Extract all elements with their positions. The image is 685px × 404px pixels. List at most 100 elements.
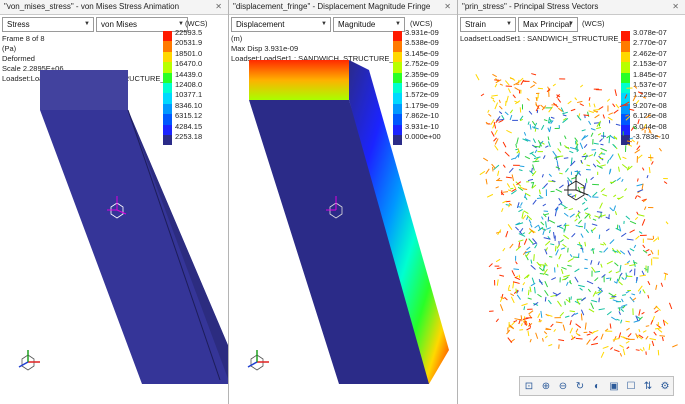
stress-vector (663, 320, 669, 325)
stress-vector (648, 343, 651, 351)
stress-vector (557, 98, 562, 103)
stress-vector (641, 127, 646, 131)
stress-vector (613, 293, 617, 297)
stress-vector (586, 333, 591, 336)
stress-vector (509, 114, 513, 121)
stress-vector (594, 114, 600, 119)
stress-vector (638, 231, 643, 234)
stress-vector (526, 327, 532, 331)
stress-vector (545, 221, 547, 228)
stress-animation-panel: "von_mises_stress" - von Mises Stress An… (0, 0, 229, 404)
stress-vector (569, 150, 574, 154)
stress-vector (614, 89, 617, 96)
model-viewport[interactable] (0, 0, 229, 404)
stress-vector (522, 188, 528, 190)
stress-vector (561, 266, 567, 270)
stress-vector (581, 297, 587, 302)
stress-vector (651, 340, 655, 347)
stress-vector (515, 261, 518, 265)
stress-vector (518, 274, 521, 279)
stress-vector (488, 263, 493, 268)
stress-vector (498, 111, 503, 115)
stress-vector (633, 319, 641, 323)
stress-vector (619, 344, 624, 348)
stress-vector (626, 238, 634, 241)
stress-vector (571, 233, 576, 238)
stress-vector (637, 285, 643, 292)
stress-vector (498, 99, 501, 103)
stress-vector (588, 102, 591, 107)
display-icon[interactable]: ⇅ (640, 378, 656, 394)
stress-vector (606, 277, 610, 280)
stress-vector (569, 320, 572, 326)
model-viewport[interactable] (458, 0, 685, 404)
zoom-fit-icon[interactable]: ⊡ (521, 378, 537, 394)
stress-vector (588, 97, 591, 101)
stress-vector (515, 275, 519, 278)
stress-vector (663, 181, 668, 185)
stress-vector (550, 116, 555, 119)
view-icon[interactable]: ▣ (606, 378, 622, 394)
stress-vector (523, 210, 529, 215)
stress-vector (619, 104, 626, 108)
stress-vector (593, 108, 600, 111)
stress-vector (592, 290, 597, 297)
stress-vector (550, 243, 555, 246)
stress-vector (617, 166, 620, 172)
stress-vector (497, 170, 500, 176)
stress-vector (511, 321, 516, 326)
stress-vector (528, 310, 534, 315)
stress-vector (597, 261, 600, 266)
stress-vector (479, 170, 486, 176)
stress-vector (504, 111, 509, 116)
stress-vector (630, 126, 634, 131)
settings-icon[interactable]: ⚙ (657, 378, 673, 394)
stress-vector (507, 337, 513, 344)
refit-icon[interactable]: ↻ (572, 378, 588, 394)
displacement-fringe-panel: "displacement_fringe" - Displacement Mag… (229, 0, 458, 404)
stress-vector (588, 110, 594, 114)
stress-vector (599, 251, 603, 253)
stress-vector (501, 207, 504, 213)
stress-vector (579, 287, 583, 291)
stress-vector (567, 100, 572, 105)
stress-vector (560, 107, 564, 113)
saved-views-icon[interactable]: ☐ (623, 378, 639, 394)
stress-vector (533, 254, 535, 261)
stress-vector (577, 100, 583, 104)
stress-vector (530, 259, 533, 264)
model-viewport[interactable] (229, 0, 458, 404)
stress-vector (502, 200, 507, 204)
stress-vector (575, 323, 582, 329)
stress-vector (535, 102, 538, 107)
stress-vector (584, 258, 588, 261)
stress-vector (633, 244, 637, 249)
spin-icon[interactable]: ◐ (589, 378, 605, 394)
stress-vector (506, 95, 509, 103)
stress-vector (620, 319, 623, 324)
stress-vector (494, 145, 499, 151)
stress-vector (614, 262, 619, 267)
stress-vector (661, 336, 664, 342)
stress-vector (532, 164, 535, 171)
stress-vector (586, 164, 591, 167)
beam-top-face (249, 60, 349, 100)
zoom-in-icon[interactable]: ⊕ (538, 378, 554, 394)
stress-vector (527, 178, 534, 182)
stress-vector (634, 216, 639, 221)
stress-vector (594, 270, 601, 273)
stress-vector (574, 268, 580, 273)
stress-vector (563, 157, 569, 159)
stress-vector (562, 243, 567, 248)
stress-vector (600, 187, 606, 193)
stress-vector (521, 288, 524, 292)
stress-vector (509, 243, 514, 249)
stress-vector (504, 151, 510, 157)
stress-vector (511, 270, 516, 277)
stress-vector (528, 238, 534, 245)
zoom-out-icon[interactable]: ⊖ (555, 378, 571, 394)
stress-vector (511, 157, 515, 160)
stress-vector (642, 289, 646, 294)
stress-vector (593, 142, 599, 145)
stress-vector (647, 294, 650, 299)
